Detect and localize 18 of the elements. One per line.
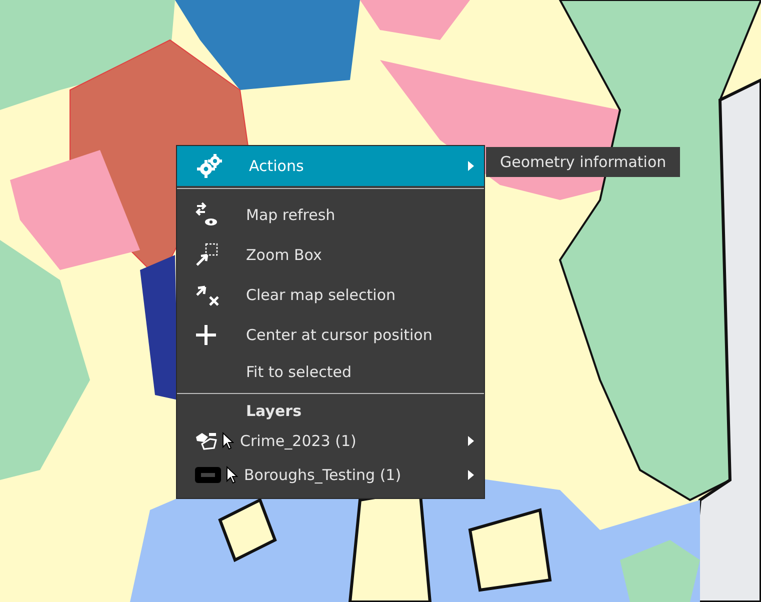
gears-icon [197,154,223,178]
menu-item[interactable]: Geometry information [486,151,680,173]
menu-item[interactable]: Fit to selected [177,355,484,389]
menu-item[interactable]: Boroughs_Testing (1) [177,458,484,492]
menu-item[interactable]: Center at cursor position [177,315,484,355]
polygons-icon [194,431,218,451]
layer-swatch-icon [194,465,222,485]
pointer-icon [226,466,238,484]
menu-item[interactable]: Clear map selection [177,275,484,315]
crosshair-icon [195,324,217,346]
menu-item[interactable]: Map refresh [177,195,484,235]
menu-item[interactable]: Zoom Box [177,235,484,275]
clear-selection-icon [195,283,221,307]
menu-item[interactable]: Crime_2023 (1) [177,424,484,458]
refresh-eye-icon [195,202,219,228]
pointer-icon [222,432,234,450]
zoom-box-icon [195,243,219,267]
section-header: Layers [245,400,302,422]
